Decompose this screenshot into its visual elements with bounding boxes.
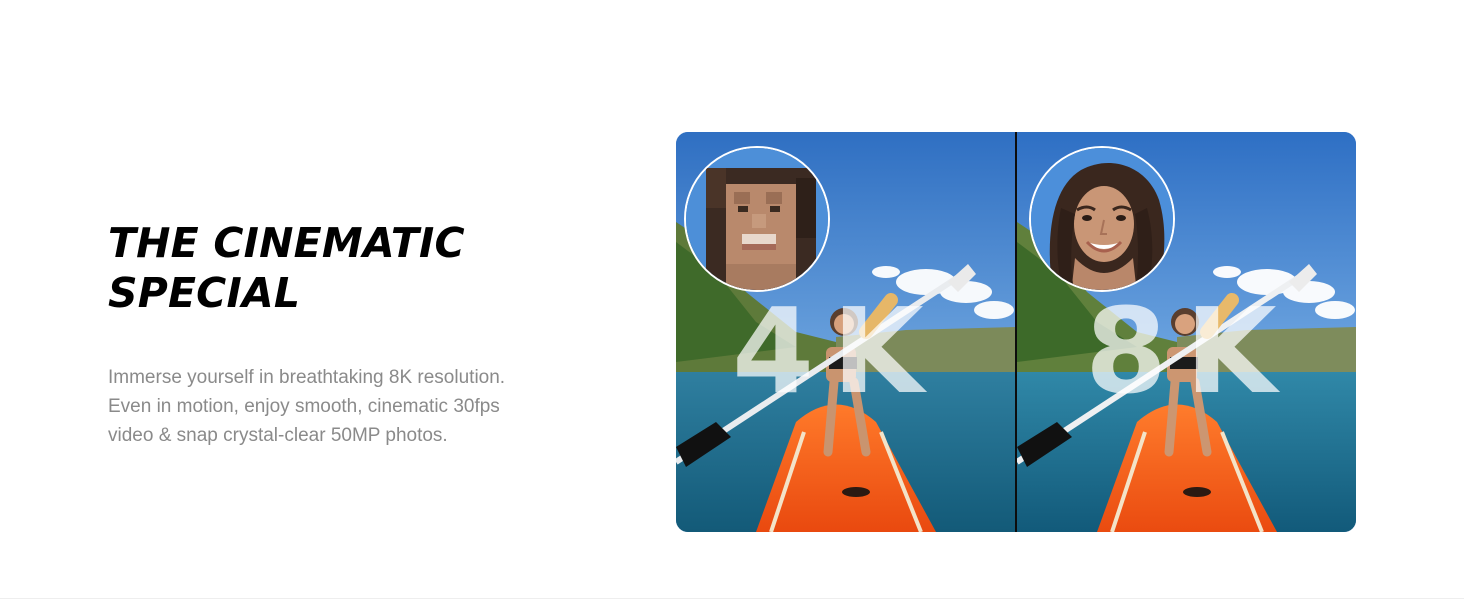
description-line-3: video & snap crystal-clear 50MP photos.: [108, 425, 448, 446]
headline-line-2: SPECIAL: [108, 269, 301, 317]
headline-line-1: THE CINEMATIC: [108, 219, 465, 267]
pixelated-face-icon: [686, 148, 828, 290]
feature-section: THE CINEMATIC SPECIAL Immerse yourself i…: [0, 0, 1464, 600]
comparison-4k-panel: 4K: [676, 132, 1016, 532]
resolution-comparison-image: 4K 8K: [676, 132, 1356, 532]
resolution-label-8k: 8K: [1085, 282, 1295, 420]
comparison-8k-panel: 8K: [1017, 132, 1356, 532]
section-headline: THE CINEMATIC SPECIAL: [108, 218, 578, 318]
resolution-label-4k: 4K: [732, 282, 942, 420]
feature-copy: THE CINEMATIC SPECIAL Immerse yourself i…: [108, 218, 578, 446]
description-line-2: Even in motion, enjoy smooth, cinematic …: [108, 396, 500, 417]
section-bottom-divider: [0, 598, 1464, 599]
section-description: Immerse yourself in breathtaking 8K reso…: [108, 363, 578, 450]
face-closeup-4k: [684, 146, 830, 292]
face-closeup-8k: [1029, 146, 1175, 292]
sharp-face-icon: [1031, 148, 1173, 290]
description-line-1: Immerse yourself in breathtaking 8K reso…: [108, 367, 506, 388]
